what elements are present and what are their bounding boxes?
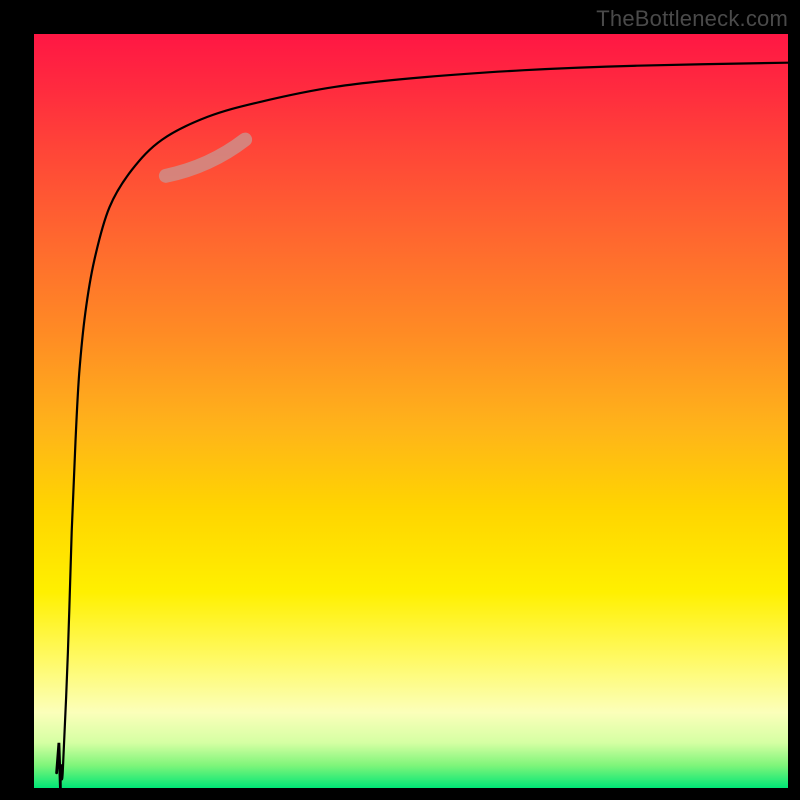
- curve-svg: [34, 34, 788, 788]
- plot-gradient-area: [34, 34, 788, 788]
- attribution-text: TheBottleneck.com: [596, 6, 788, 32]
- frame: TheBottleneck.com: [0, 0, 800, 800]
- highlight-segment: [166, 140, 245, 176]
